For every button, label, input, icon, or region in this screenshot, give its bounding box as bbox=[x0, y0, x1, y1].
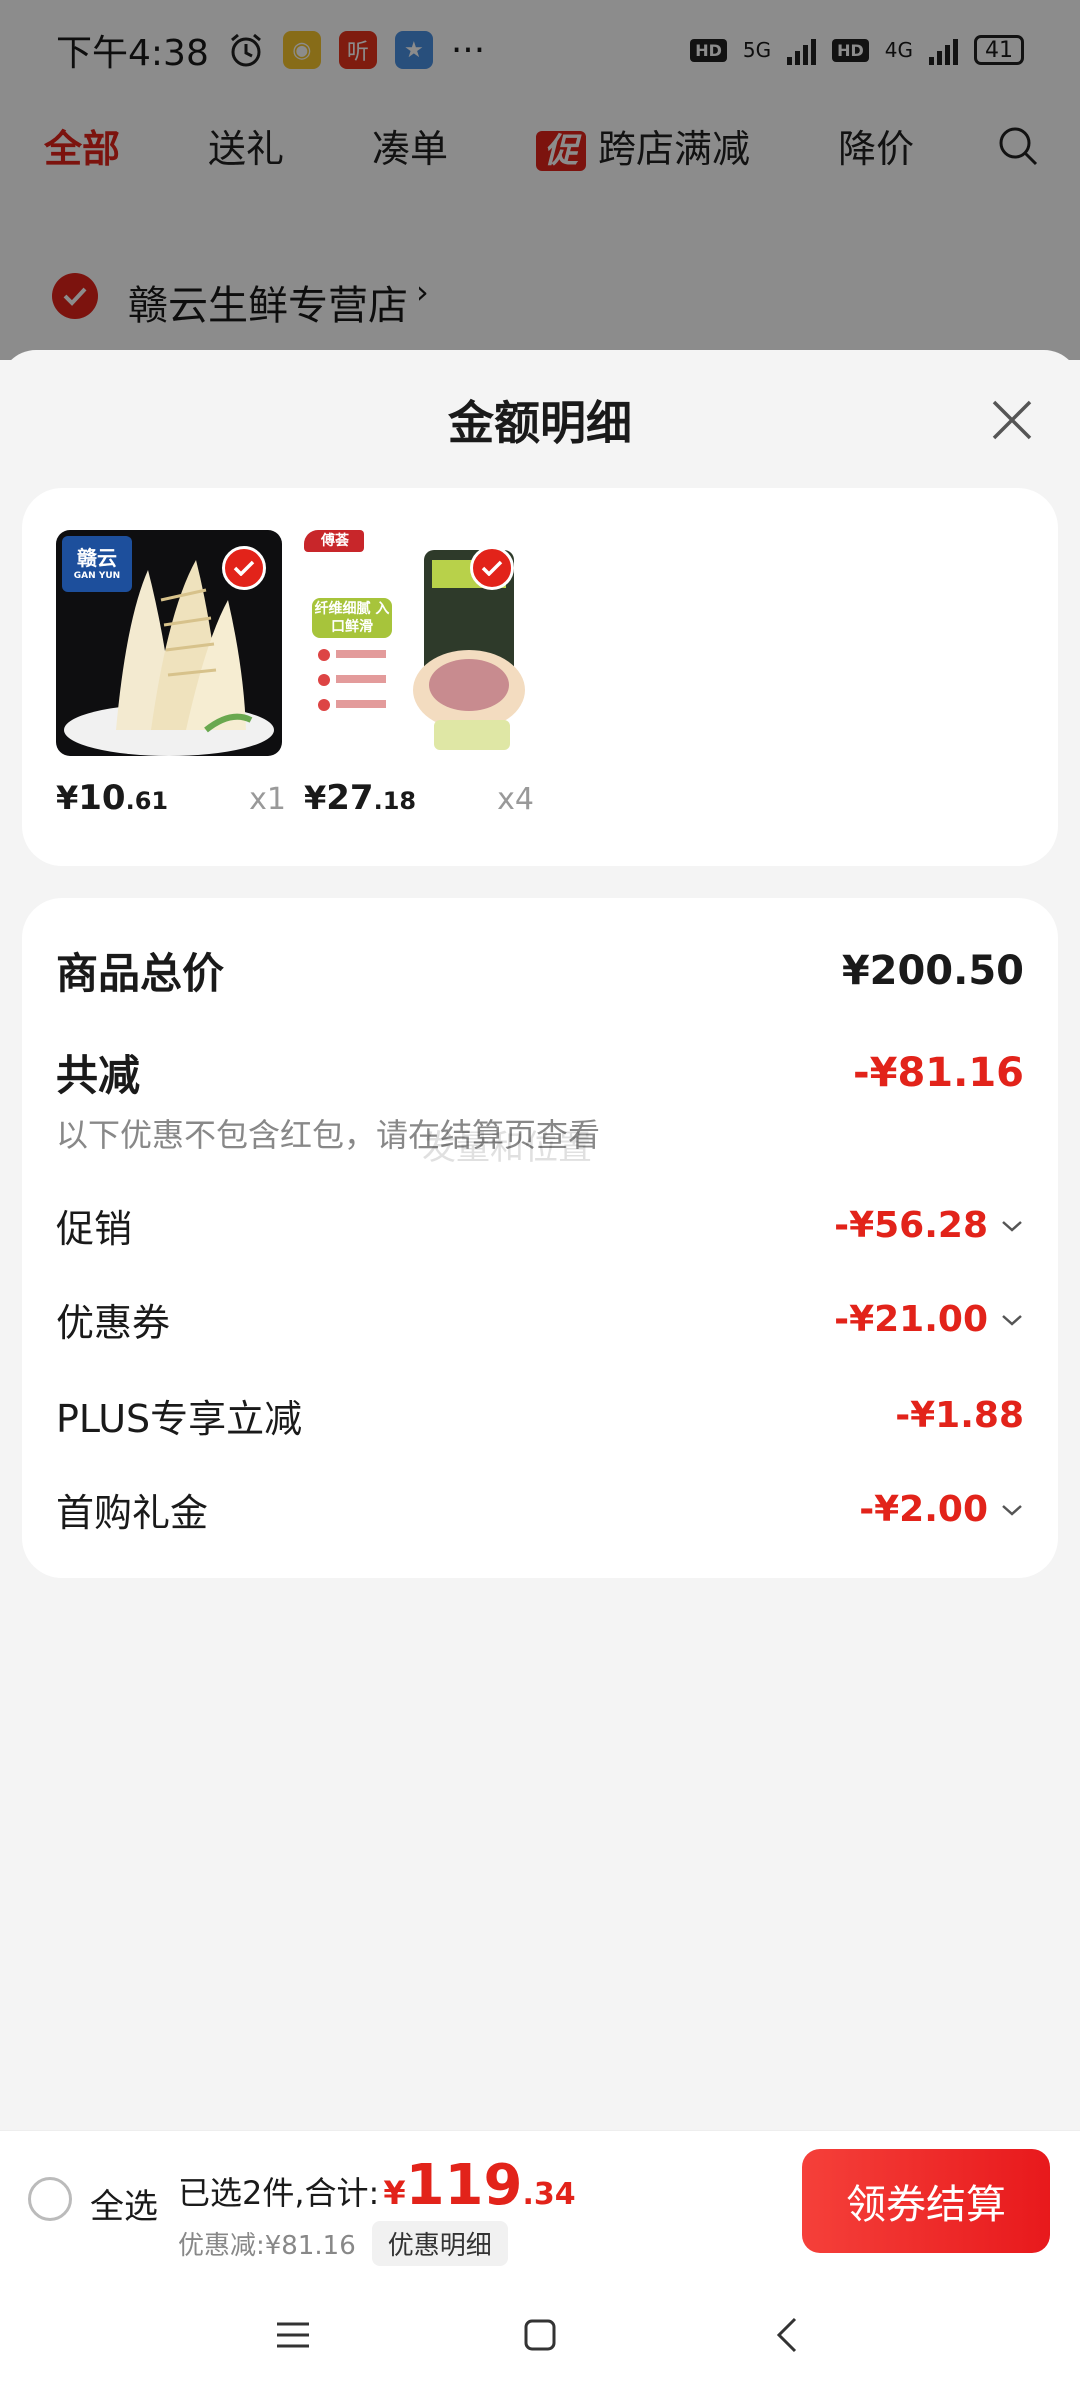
total-currency: ¥ bbox=[383, 2174, 406, 2212]
total-price-row: 商品总价 ¥200.50 bbox=[56, 940, 1024, 1001]
product-image-bamboo-shoots[interactable]: 赣云 GAN YUN bbox=[56, 530, 282, 756]
discount-detail-button[interactable]: 优惠明细 bbox=[371, 2221, 508, 2266]
total-reduction-value: -¥81.16 bbox=[853, 1049, 1024, 1096]
price-decimal: .18 bbox=[373, 787, 417, 815]
brand-name: 赣云 bbox=[77, 546, 117, 570]
checkout-button[interactable]: 领券结算 bbox=[802, 2149, 1050, 2253]
selected-count-text: 已选2件,合计: bbox=[178, 2174, 380, 2212]
first-purchase-gift-row[interactable]: 首购礼金 -¥2.00 bbox=[56, 1482, 1024, 1537]
close-icon[interactable] bbox=[984, 392, 1040, 448]
promotion-amount: -¥56.28 bbox=[834, 1205, 988, 1246]
brand-logo-meat: 傅荟 bbox=[321, 533, 349, 549]
currency-symbol: ¥ bbox=[304, 779, 327, 817]
total-reduction-label: 共减 bbox=[56, 1051, 141, 1100]
quantity: x1 bbox=[249, 782, 286, 817]
promotion-value: -¥56.28 bbox=[834, 1205, 1024, 1246]
back-icon[interactable] bbox=[757, 2305, 817, 2365]
promotion-row[interactable]: 促销 -¥56.28 bbox=[56, 1198, 1024, 1253]
price-integer: 27 bbox=[326, 778, 374, 818]
quantity: x4 bbox=[497, 782, 534, 817]
brand-name-en: GAN YUN bbox=[73, 571, 121, 581]
discount-text: 优惠减:¥81.16 bbox=[178, 2231, 356, 2261]
coupon-label: 优惠券 bbox=[56, 1301, 171, 1345]
product-item[interactable]: 赣云 GAN YUN ¥ 10 .61 x1 bbox=[56, 530, 286, 818]
product-price-row: ¥ 10 .61 x1 bbox=[56, 778, 286, 818]
total-reduction-row: 共减 -¥81.16 bbox=[56, 1042, 1024, 1103]
product-image-meat[interactable]: 傅荟 纤维细腻 入口鲜滑 bbox=[304, 530, 530, 756]
chevron-down-icon[interactable] bbox=[1000, 1312, 1024, 1328]
plus-discount-row: PLUS专享立减 -¥1.88 bbox=[56, 1388, 1024, 1443]
amount-detail-card: 商品总价 ¥200.50 共减 -¥81.16 以下优惠不包含红包，请在结算页查… bbox=[22, 898, 1058, 1578]
checkout-bar: 全选 已选2件,合计: ¥ 119 .34 优惠减:¥81.16 优惠明细 领券… bbox=[0, 2130, 1080, 2270]
watermark: 发量和位置 bbox=[422, 1128, 592, 1168]
total-decimal: .34 bbox=[522, 2177, 576, 2212]
price-integer: 10 bbox=[78, 778, 126, 818]
check-icon[interactable] bbox=[470, 546, 514, 590]
first-purchase-gift-label: 首购礼金 bbox=[56, 1491, 209, 1535]
currency-symbol: ¥ bbox=[56, 779, 79, 817]
home-icon[interactable] bbox=[510, 2305, 570, 2365]
chevron-down-icon[interactable] bbox=[1000, 1218, 1024, 1234]
brand-logo: 赣云 GAN YUN bbox=[62, 536, 132, 592]
sheet-header: 金额明细 bbox=[0, 350, 1080, 490]
system-nav-bar bbox=[0, 2270, 1080, 2400]
product-tagline: 纤维细腻 入口鲜滑 bbox=[314, 601, 390, 635]
menu-icon[interactable] bbox=[263, 2305, 323, 2365]
first-purchase-gift-amount: -¥2.00 bbox=[859, 1489, 988, 1530]
plus-discount-label: PLUS专享立减 bbox=[56, 1397, 303, 1441]
price-decimal: .61 bbox=[125, 787, 169, 815]
total-integer: 119 bbox=[405, 2153, 523, 2218]
first-purchase-gift-value: -¥2.00 bbox=[859, 1489, 1024, 1530]
product-price-row: ¥ 27 .18 x4 bbox=[304, 778, 534, 818]
coupon-value: -¥21.00 bbox=[834, 1299, 1024, 1340]
order-summary: 已选2件,合计: ¥ 119 .34 bbox=[178, 2153, 576, 2218]
select-all-label[interactable]: 全选 bbox=[90, 2179, 158, 2228]
coupon-amount: -¥21.00 bbox=[834, 1299, 988, 1340]
chevron-down-icon[interactable] bbox=[1000, 1502, 1024, 1518]
coupon-row[interactable]: 优惠券 -¥21.00 bbox=[56, 1292, 1024, 1347]
check-icon[interactable] bbox=[222, 546, 266, 590]
total-price-label: 商品总价 bbox=[56, 949, 225, 998]
discount-line: 优惠减:¥81.16 优惠明细 bbox=[178, 2221, 508, 2266]
background-page: 下午4:38 ◉ 听 ★ ··· HD 5G HD 4G 41 全部 送礼 凑单… bbox=[0, 0, 1080, 395]
products-card: 赣云 GAN YUN ¥ 10 .61 x1 傅荟 纤维细腻 入口鲜滑 ¥ 27… bbox=[22, 488, 1058, 866]
promotion-label: 促销 bbox=[56, 1207, 133, 1251]
product-item[interactable]: 傅荟 纤维细腻 入口鲜滑 ¥ 27 .18 x4 bbox=[304, 530, 534, 818]
total-price-value: ¥200.50 bbox=[841, 947, 1024, 994]
dim-overlay[interactable] bbox=[0, 0, 1080, 360]
amount-detail-sheet: 金额明细 赣云 GAN YUN ¥ 10 .61 x1 傅荟 纤维细腻 入口鲜滑… bbox=[0, 350, 1080, 2130]
sheet-title: 金额明细 bbox=[448, 396, 632, 450]
plus-discount-value: -¥1.88 bbox=[895, 1395, 1024, 1436]
select-all-radio[interactable] bbox=[28, 2177, 72, 2221]
